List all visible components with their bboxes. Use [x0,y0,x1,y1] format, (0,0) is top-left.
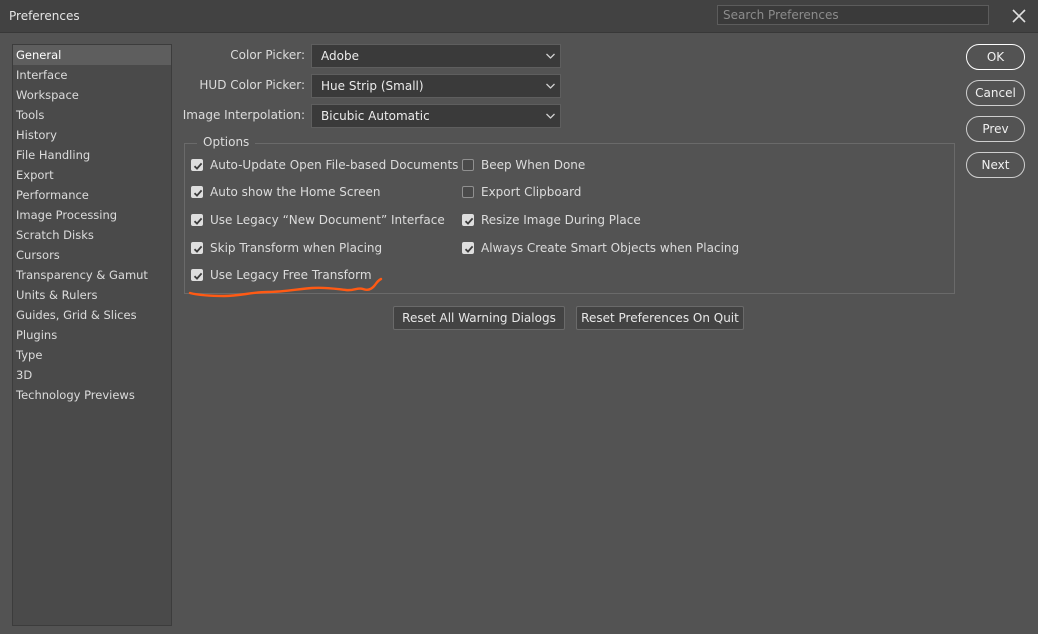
cancel-button[interactable]: Cancel [966,80,1025,106]
sidebar-item-plugins[interactable]: Plugins [13,325,171,345]
checkbox[interactable] [191,242,203,254]
reset-preferences-on-quit-button[interactable]: Reset Preferences On Quit [576,306,744,330]
checkmark-icon [464,217,474,225]
sidebar-item-scratch-disks[interactable]: Scratch Disks [13,225,171,245]
option-label: Always Create Smart Objects when Placing [481,241,740,255]
hud-color-picker-value: Hue Strip (Small) [321,79,424,93]
annotation-underline [188,277,383,298]
sidebar-item-guides-grid-slices[interactable]: Guides, Grid & Slices [13,305,171,325]
chevron-down-icon [546,53,555,59]
preferences-sidebar: General Interface Workspace Tools Histor… [12,44,172,626]
sidebar-item-cursors[interactable]: Cursors [13,245,171,265]
image-interpolation-label: Image Interpolation: [182,108,305,122]
options-legend: Options [197,135,256,149]
option-label: Beep When Done [481,158,586,172]
ok-button[interactable]: OK [966,44,1025,70]
checkmark-icon [193,245,203,253]
chevron-down-icon [546,113,555,119]
checkmark-icon [464,245,474,253]
checkbox[interactable] [191,214,203,226]
color-picker-value: Adobe [321,49,359,63]
option-label: Resize Image During Place [481,213,641,227]
option-label: Export Clipboard [481,185,582,199]
next-button[interactable]: Next [966,152,1025,178]
checkbox[interactable] [462,214,474,226]
sidebar-item-file-handling[interactable]: File Handling [13,145,171,165]
checkbox[interactable] [191,159,203,171]
image-interpolation-value: Bicubic Automatic [321,109,430,123]
sidebar-item-units-rulers[interactable]: Units & Rulers [13,285,171,305]
sidebar-item-transparency-gamut[interactable]: Transparency & Gamut [13,265,171,285]
checkbox[interactable] [191,186,203,198]
sidebar-item-interface[interactable]: Interface [13,65,171,85]
sidebar-item-workspace[interactable]: Workspace [13,85,171,105]
checkmark-icon [193,217,203,225]
sidebar-item-technology-previews[interactable]: Technology Previews [13,385,171,405]
sidebar-item-performance[interactable]: Performance [13,185,171,205]
window-title: Preferences [9,9,80,23]
close-icon[interactable] [1008,5,1030,27]
option-label: Use Legacy “New Document” Interface [210,213,445,227]
hud-color-picker-label: HUD Color Picker: [199,78,305,92]
search-preferences-input[interactable] [717,5,989,25]
sidebar-item-image-processing[interactable]: Image Processing [13,205,171,225]
title-bar: Preferences [0,0,1038,33]
chevron-down-icon [546,83,555,89]
prev-button[interactable]: Prev [966,116,1025,142]
sidebar-item-history[interactable]: History [13,125,171,145]
sidebar-item-export[interactable]: Export [13,165,171,185]
sidebar-item-general[interactable]: General [13,45,171,65]
color-picker-select[interactable]: Adobe [311,44,561,68]
image-interpolation-select[interactable]: Bicubic Automatic [311,104,561,128]
sidebar-item-type[interactable]: Type [13,345,171,365]
option-label: Auto-Update Open File-based Documents [210,158,459,172]
checkbox[interactable] [462,159,474,171]
sidebar-item-tools[interactable]: Tools [13,105,171,125]
reset-all-warning-dialogs-button[interactable]: Reset All Warning Dialogs [393,306,565,330]
sidebar-item-3d[interactable]: 3D [13,365,171,385]
hud-color-picker-select[interactable]: Hue Strip (Small) [311,74,561,98]
checkmark-icon [193,162,203,170]
option-label: Skip Transform when Placing [210,241,383,255]
option-label: Auto show the Home Screen [210,185,381,199]
checkbox[interactable] [462,186,474,198]
checkmark-icon [193,189,203,197]
color-picker-label: Color Picker: [230,48,305,62]
checkbox[interactable] [462,242,474,254]
